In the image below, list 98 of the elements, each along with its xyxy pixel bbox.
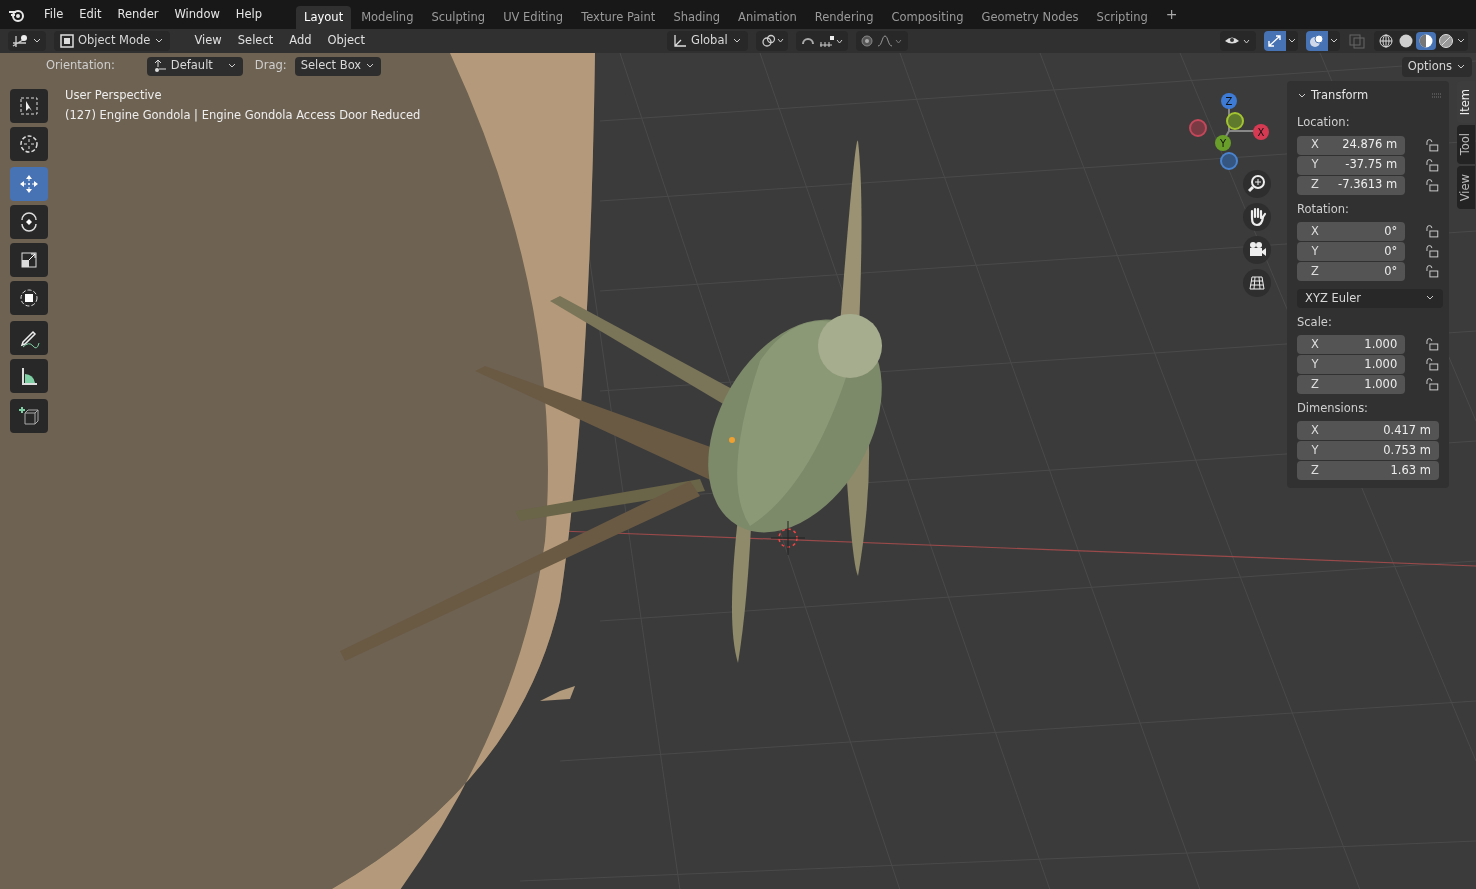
camera-icon[interactable]: [1243, 236, 1271, 264]
cursor-tool-button[interactable]: [10, 127, 48, 161]
add-workspace-button[interactable]: +: [1157, 0, 1186, 29]
menu-item[interactable]: Object: [319, 32, 373, 50]
lock-icon[interactable]: [1425, 158, 1439, 172]
rotate-tool-button[interactable]: [10, 205, 48, 239]
menu-item[interactable]: Add: [281, 32, 320, 50]
group-label: Scale:: [1297, 313, 1333, 331]
add-cube-tool-button[interactable]: [10, 399, 48, 433]
number-field[interactable]: Z -7.3613 m: [1297, 175, 1406, 195]
workspace-tab[interactable]: Sculpting: [423, 6, 494, 29]
orientation-icon: [672, 34, 687, 48]
workspace-tab[interactable]: Layout: [296, 6, 352, 29]
pivot-button[interactable]: [755, 31, 788, 51]
menu-item[interactable]: File: [38, 5, 70, 24]
gizmo-toggle-button[interactable]: [1264, 31, 1298, 51]
sidebar-tab[interactable]: Tool: [1457, 125, 1475, 164]
menu-item[interactable]: Edit: [73, 5, 108, 24]
workspace-tab[interactable]: Texture Paint: [573, 6, 664, 29]
shading-rendered-button[interactable]: [1436, 32, 1456, 50]
view-name-label: User Perspective: [65, 87, 163, 104]
lock-icon[interactable]: [1425, 244, 1439, 258]
drag-handle-icon[interactable]: [1431, 92, 1443, 99]
menu-item[interactable]: Help: [229, 5, 269, 24]
3d-cursor-icon[interactable]: [770, 520, 806, 556]
cube-icon: [60, 34, 74, 48]
menu-item[interactable]: Window: [168, 5, 226, 24]
lock-icon[interactable]: [1425, 178, 1439, 192]
sidebar-tab[interactable]: View: [1457, 165, 1475, 209]
falloff-icon: [859, 34, 904, 48]
number-field[interactable]: Y 1.000: [1297, 355, 1406, 374]
lock-icon[interactable]: [1425, 338, 1439, 351]
workspace-tab[interactable]: Animation: [730, 6, 805, 29]
cursor-icon: [17, 132, 41, 156]
select-icon: [17, 94, 41, 118]
number-field[interactable]: Z 1.000: [1297, 375, 1406, 394]
workspace-tab[interactable]: Scripting: [1088, 6, 1156, 29]
menu-item[interactable]: Select: [229, 32, 282, 50]
workspace-tab[interactable]: Modeling: [353, 6, 422, 29]
link-icon: [759, 34, 784, 48]
number-field[interactable]: X 0.417 m: [1297, 421, 1439, 441]
number-field[interactable]: X 1.000: [1297, 335, 1406, 354]
navigation-gizmo[interactable]: Z X Y: [1186, 91, 1272, 171]
number-field[interactable]: Y -37.75 m: [1297, 155, 1406, 175]
zoom-icon[interactable]: [1243, 170, 1271, 198]
orientation-icon: [152, 59, 167, 73]
transform-icon: [17, 286, 41, 310]
workspace-tab[interactable]: Shading: [665, 6, 729, 29]
drag-label: Drag:: [254, 57, 287, 75]
menu-item[interactable]: View: [186, 32, 230, 50]
number-field[interactable]: X 0°: [1297, 221, 1406, 241]
gizmo-toggle-icon: [1264, 31, 1286, 51]
menu-item[interactable]: Render: [111, 5, 165, 24]
proportional-editing-button[interactable]: [855, 31, 908, 51]
grid-icon[interactable]: [1243, 269, 1271, 297]
workspace-tab[interactable]: Rendering: [806, 6, 882, 29]
axes-icon: [12, 34, 30, 48]
rotation-mode-dropdown[interactable]: XYZ Euler: [1297, 288, 1443, 308]
mode-dropdown[interactable]: Object Mode: [54, 31, 171, 51]
number-field[interactable]: Z 0°: [1297, 261, 1406, 281]
group-label: Dimensions:: [1297, 400, 1369, 417]
group-label: Location:: [1297, 114, 1351, 132]
group-label: Rotation:: [1297, 200, 1350, 218]
select-tool-button[interactable]: [10, 89, 48, 123]
workspace-tab[interactable]: UV Editing: [495, 6, 572, 29]
object-name-label: (127) Engine Gondola | Engine Gondola Access Door Reduced: [65, 107, 421, 125]
lock-icon[interactable]: [1425, 138, 1439, 152]
workspace-tab[interactable]: Compositing: [883, 6, 972, 29]
orientation-dropdown[interactable]: Global: [666, 31, 748, 51]
magnet-icon: [799, 34, 844, 48]
move-tool-button[interactable]: [10, 167, 48, 201]
measure-tool-button[interactable]: [10, 359, 48, 393]
shading-wireframe-button[interactable]: [1376, 32, 1396, 50]
overlays-icon: [1306, 31, 1328, 51]
lock-icon[interactable]: [1425, 358, 1439, 371]
overlays-button[interactable]: [1306, 31, 1340, 51]
visibility-button[interactable]: [1220, 31, 1256, 51]
options-dropdown[interactable]: Options: [1401, 57, 1472, 77]
shading-material-button[interactable]: [1416, 32, 1436, 50]
lock-icon[interactable]: [1425, 264, 1439, 278]
origin-dot: [729, 437, 735, 443]
panel-title[interactable]: Transform: [1311, 87, 1369, 105]
lock-icon[interactable]: [1425, 378, 1439, 391]
snap-button[interactable]: [795, 31, 848, 51]
workspace-tab[interactable]: Geometry Nodes: [973, 6, 1087, 29]
transform-tool-button[interactable]: [10, 281, 48, 315]
number-field[interactable]: X 24.876 m: [1297, 135, 1406, 155]
orientation-label: Orientation:: [46, 57, 115, 75]
number-field[interactable]: Y 0.753 m: [1297, 441, 1439, 461]
hull-protrusion: [540, 686, 575, 701]
number-field[interactable]: Y 0°: [1297, 241, 1406, 261]
scale-tool-button[interactable]: [10, 243, 48, 277]
hand-icon[interactable]: [1243, 203, 1271, 231]
annotate-tool-button[interactable]: [10, 321, 48, 355]
lock-icon[interactable]: [1425, 224, 1439, 238]
editor-type-button[interactable]: [8, 31, 46, 51]
number-field[interactable]: Z 1.63 m: [1297, 461, 1439, 481]
add-cube-icon: [17, 404, 41, 428]
